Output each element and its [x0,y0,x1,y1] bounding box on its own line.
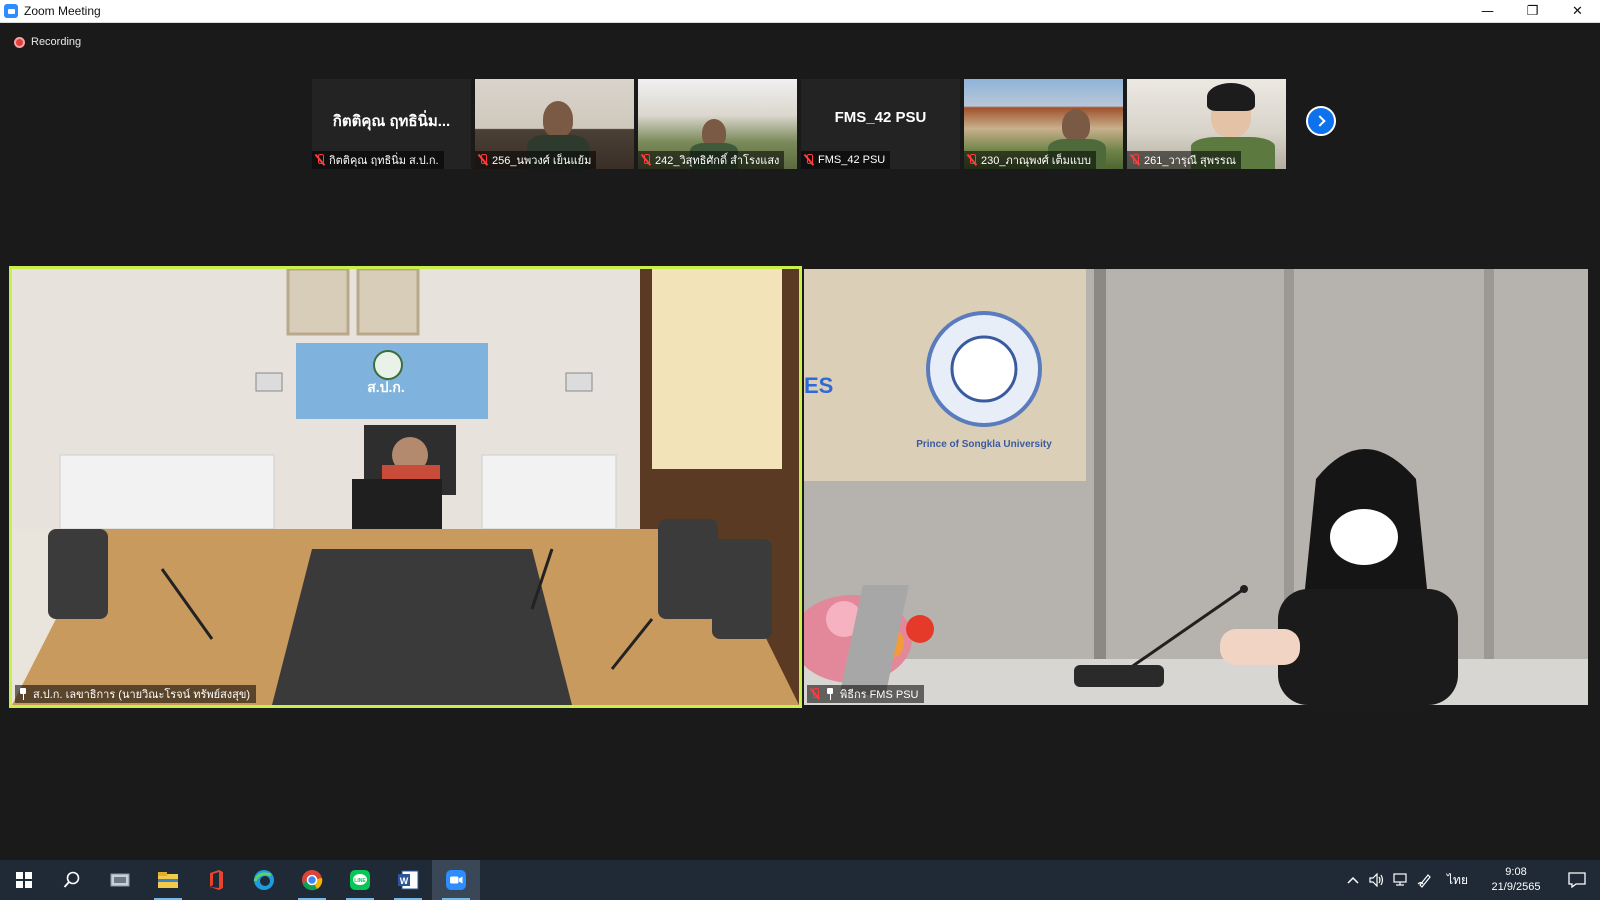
participant-name-card: FMS_42 PSU [834,109,927,126]
office-button[interactable] [192,860,240,900]
word-app-button[interactable]: W [384,860,432,900]
folder-icon [158,872,178,888]
volume-icon[interactable] [1365,860,1389,900]
participant-name: FMS_42 PSU [818,154,886,166]
chrome-browser-button[interactable] [288,860,336,900]
window-title: Zoom Meeting [24,4,101,18]
chrome-icon [302,870,323,891]
participant-video[interactable]: ES Prince of Songkla University พิธีกร F… [804,269,1588,705]
taskbar-clock[interactable]: 9:08 21/9/2565 [1478,865,1554,895]
participant-strip: กิตติคุณ ฤทธินิ่ม... กิตติคุณ ฤทธินิ่ม ส… [312,79,1286,169]
participant-video-face [543,101,573,137]
partial-sign-text: ES [804,373,834,398]
active-speaker-video[interactable]: ส.ป.ก. ส.ป.ก. เลขาธิการ (นายวิณะโรจน์ ทร… [9,266,802,708]
participant-tile[interactable]: 230_ภาณุพงศ์ เต็มแบบ [964,79,1123,169]
word-icon: W [398,870,419,890]
participant-label: FMS_42 PSU [801,151,891,169]
minimize-button[interactable]: — [1465,0,1510,23]
participant-name-card: กิตติคุณ ฤทธินิ่ม... [332,113,451,130]
mic-muted-icon [1130,154,1140,166]
participant-name: 242_วิสุทธิศักดิ์ สำโรงแสง [655,155,780,167]
recording-indicator[interactable]: Recording [14,36,81,48]
recording-icon [14,36,25,48]
participant-video-face [1062,109,1090,141]
svg-text:LINE: LINE [354,878,366,884]
close-button[interactable]: ✕ [1555,0,1600,23]
participant-tile[interactable]: 242_วิสุทธิศักดิ์ สำโรงแสง [638,79,797,169]
participant-tile[interactable]: 261_วารุณี สุพรรณ [1127,79,1286,169]
edge-icon [253,870,274,890]
mic-muted-icon [810,688,820,700]
zoom-app-button[interactable] [432,860,480,900]
pen-workspace-icon[interactable] [1413,860,1437,900]
chevron-right-icon [1313,115,1326,127]
participant-name: ส.ป.ก. เลขาธิการ (นายวิณะโรจน์ ทรัพย์สงส… [33,689,251,701]
zoom-app-icon [4,4,18,18]
mic-muted-icon [478,154,488,166]
maximize-button[interactable]: ❐ [1510,0,1555,23]
show-hidden-icons-chevron-up-icon[interactable] [1341,860,1365,900]
video-label: พิธีกร FMS PSU [807,685,925,703]
mic-muted-icon [641,154,651,166]
next-page-button[interactable] [1306,106,1336,136]
participant-tile[interactable]: กิตติคุณ ฤทธินิ่ม... กิตติคุณ ฤทธินิ่ม ส… [312,79,471,169]
participant-label: 242_วิสุทธิศักดิ์ สำโรงแสง [638,151,785,169]
participant-label: กิตติคุณ ฤทธินิ่ม ส.ป.ก. [312,151,444,169]
participant-label: 230_ภาณุพงศ์ เต็มแบบ [964,151,1096,169]
participant-label: 261_วารุณี สุพรรณ [1127,151,1241,169]
wall-banner-text: ส.ป.ก. [367,379,405,395]
mic-muted-icon [967,154,977,166]
host-studio-scene [804,269,1588,705]
task-view-icon [110,873,130,887]
line-icon: LINE [350,870,370,890]
windows-logo-icon [16,872,32,888]
start-button[interactable] [0,860,48,900]
search-button[interactable] [48,860,96,900]
clock-time: 9:08 [1505,866,1527,878]
search-icon [63,871,80,888]
office-icon [210,870,223,890]
file-explorer-button[interactable] [144,860,192,900]
zoom-icon [446,870,466,890]
window-titlebar: Zoom Meeting — ❐ ✕ [0,0,1600,23]
recording-label: Recording [31,36,82,48]
participant-name: 256_นพวงศ์ เย็นแย้ม [492,155,592,167]
mic-muted-icon [804,154,814,166]
participant-name: กิตติคุณ ฤทธินิ่ม ส.ป.ก. [329,155,439,167]
network-icon[interactable] [1389,860,1413,900]
participant-video-hair [1207,83,1255,111]
svg-text:W: W [400,876,409,886]
line-app-button[interactable]: LINE [336,860,384,900]
notification-icon [1568,872,1586,888]
windows-taskbar: LINE W ไทย 9:08 21/9/2565 [0,860,1600,900]
input-language-indicator[interactable]: ไทย [1437,871,1478,890]
participant-tile[interactable]: 256_นพวงศ์ เย็นแย้ม [475,79,634,169]
participant-name: พิธีกร FMS PSU [840,689,919,701]
conference-room-scene [12,269,799,705]
university-logo-text: Prince of Songkla University [916,439,1052,450]
pin-icon [18,688,28,700]
meeting-area: Recording กิตติคุณ ฤทธินิ่ม... กิตติคุณ … [0,23,1600,860]
clock-date: 21/9/2565 [1491,881,1541,893]
participant-name: 230_ภาณุพงศ์ เต็มแบบ [981,155,1091,167]
mic-muted-icon [315,154,325,166]
participant-tile[interactable]: FMS_42 PSU FMS_42 PSU [801,79,960,169]
task-view-button[interactable] [96,860,144,900]
participant-label: 256_นพวงศ์ เย็นแย้ม [475,151,597,169]
video-label: ส.ป.ก. เลขาธิการ (นายวิณะโรจน์ ทรัพย์สงส… [15,685,257,703]
edge-browser-button[interactable] [240,860,288,900]
system-tray: ไทย 9:08 21/9/2565 [1341,860,1600,900]
participant-name: 261_วารุณี สุพรรณ [1144,155,1236,167]
notification-center-button[interactable] [1554,860,1600,900]
pin-icon [825,688,835,700]
